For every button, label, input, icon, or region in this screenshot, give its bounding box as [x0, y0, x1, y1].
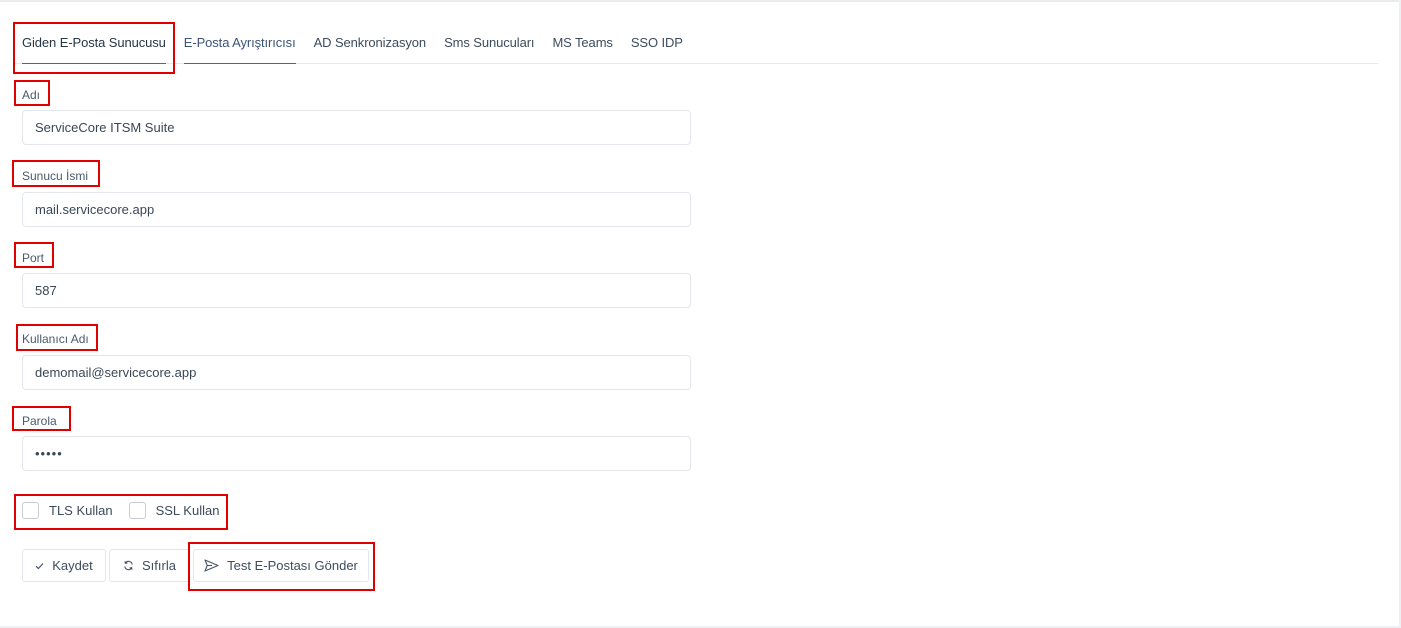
- reset-button-label: Sıfırla: [142, 558, 176, 573]
- tab-ms-teams[interactable]: MS Teams: [552, 28, 612, 64]
- port-label: Port: [22, 251, 45, 265]
- send-icon: [204, 559, 219, 572]
- settings-tabs: Giden E-Posta Sunucusu E-Posta Ayrıştırı…: [22, 28, 701, 64]
- reset-button[interactable]: Sıfırla: [109, 549, 190, 582]
- ssl-checkbox-box[interactable]: [128, 502, 146, 519]
- server-name-label: Sunucu İsmi: [22, 169, 89, 183]
- username-label: Kullanıcı Adı: [22, 332, 89, 346]
- send-test-email-button[interactable]: Test E-Postası Gönder: [193, 549, 369, 582]
- tab-mail-parser[interactable]: E-Posta Ayrıştırıcısı: [183, 28, 296, 64]
- tls-checkbox[interactable]: TLS Kullan: [22, 502, 113, 519]
- password-label: Parola: [22, 414, 57, 428]
- tab-sso-idp[interactable]: SSO IDP: [631, 28, 683, 64]
- tab-outgoing-mail-server[interactable]: Giden E-Posta Sunucusu: [22, 28, 166, 64]
- security-options: TLS Kullan SSL Kullan: [22, 502, 235, 519]
- tab-ad-sync[interactable]: AD Senkronizasyon: [314, 28, 427, 64]
- send-test-email-label: Test E-Postası Gönder: [227, 558, 358, 573]
- ssl-checkbox[interactable]: SSL Kullan: [128, 502, 220, 519]
- save-button[interactable]: Kaydet: [22, 549, 106, 582]
- username-input[interactable]: [22, 355, 691, 390]
- tls-checkbox-label: TLS Kullan: [49, 503, 113, 518]
- name-input[interactable]: [22, 110, 691, 145]
- name-label: Adı: [22, 88, 41, 102]
- server-name-input[interactable]: [22, 192, 691, 227]
- tab-sms-servers[interactable]: Sms Sunucuları: [444, 28, 534, 64]
- port-input[interactable]: [22, 273, 691, 308]
- tls-checkbox-box[interactable]: [22, 502, 39, 519]
- save-button-label: Kaydet: [52, 558, 93, 573]
- password-input[interactable]: [22, 436, 691, 471]
- top-border: [0, 0, 1401, 2]
- ssl-checkbox-label: SSL Kullan: [155, 503, 220, 518]
- check-icon: [35, 562, 44, 570]
- refresh-icon: [123, 560, 134, 571]
